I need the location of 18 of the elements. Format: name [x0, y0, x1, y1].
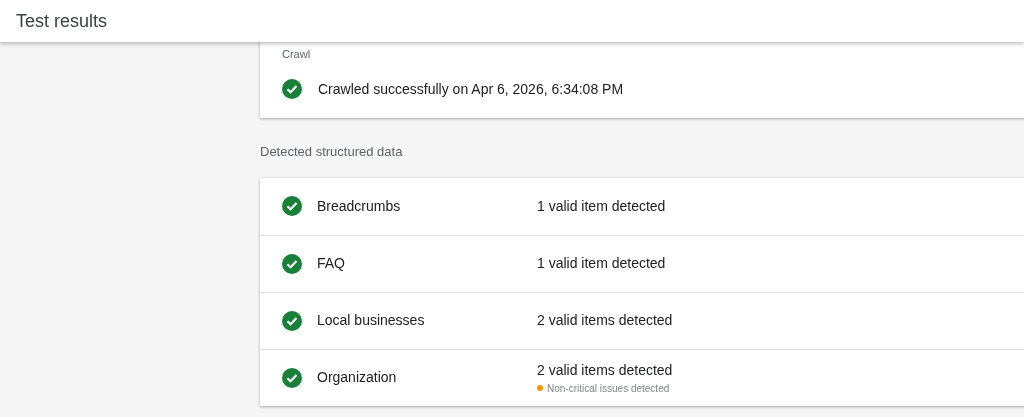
check-circle-icon	[282, 196, 302, 216]
result-text: 1 valid item detected	[537, 254, 666, 273]
note-text: Non-critical issues detected	[547, 381, 670, 396]
item-type-name: Local businesses	[317, 311, 426, 330]
check-circle-icon	[282, 367, 302, 388]
result-text: 2 valid items detected	[537, 360, 673, 380]
result-text: 2 valid items detected	[537, 311, 673, 330]
item-type-name: FAQ	[317, 254, 346, 273]
item-type-name: Breadcrumbs	[317, 196, 402, 216]
item-type-name: Organization	[317, 368, 398, 387]
result-text: 1 valid item detected	[537, 196, 666, 216]
status-message: Crawled successfully on Apr 6, 2026, 6:34:08 PM	[318, 79, 624, 99]
check-circle-icon	[282, 253, 302, 274]
section-heading: Detected structured data	[260, 143, 404, 161]
check-circle-icon	[282, 310, 302, 331]
page-title: Test results	[16, 9, 108, 33]
check-circle-icon	[282, 79, 302, 99]
section-label: Crawl	[282, 47, 312, 62]
